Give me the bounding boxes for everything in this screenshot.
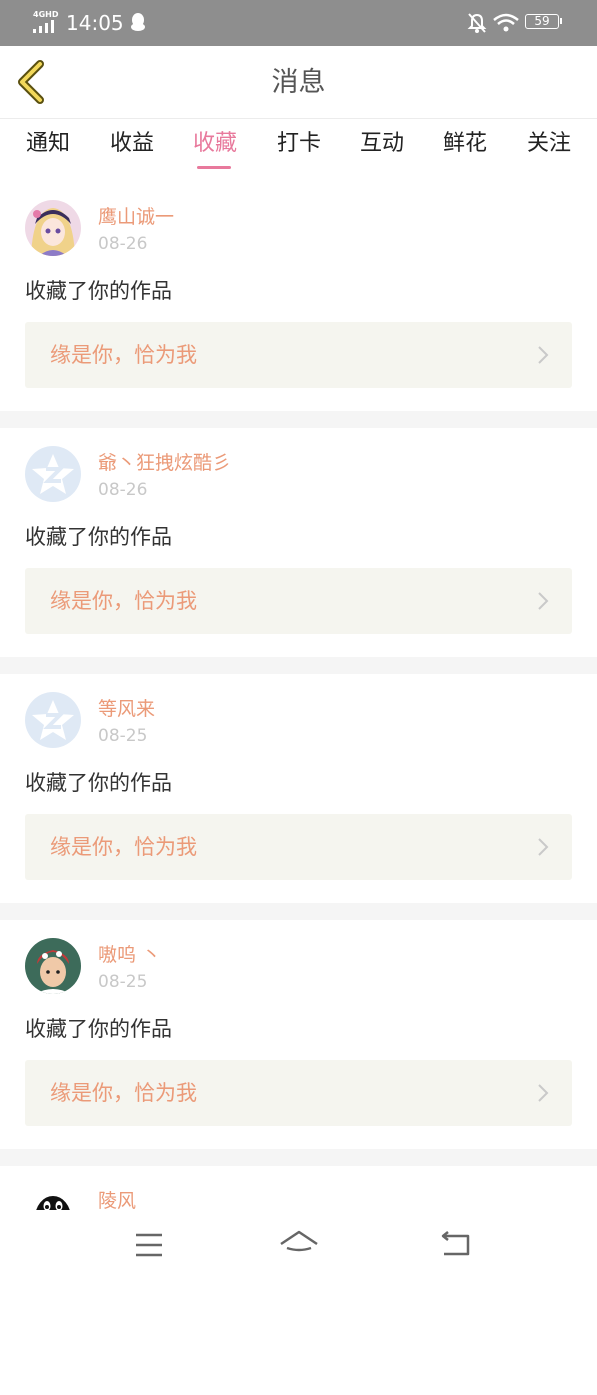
work-title: 缘是你，恰为我 (50, 1081, 197, 1105)
list-item: 爺丶狂拽炫酷彡 08-26 收藏了你的作品 缘是你，恰为我 (0, 428, 597, 657)
divider (0, 411, 597, 428)
message-date: 08-25 (98, 972, 148, 992)
tab-flowers[interactable]: 鲜花 (430, 129, 500, 159)
network-type: 4GHD (33, 10, 59, 19)
tab-checkin[interactable]: 打卡 (264, 129, 334, 159)
avatar[interactable] (25, 200, 81, 256)
tab-follow[interactable]: 关注 (514, 129, 584, 159)
chevron-right-icon (538, 1084, 549, 1102)
status-time: 14:05 (66, 11, 124, 35)
signal-icon (33, 19, 59, 33)
mute-bell-icon (467, 13, 487, 33)
list-item: 鹰山诚一 08-26 收藏了你的作品 缘是你，恰为我 (0, 182, 597, 411)
avatar[interactable] (25, 446, 81, 502)
list-item: 嗷呜 丶 08-25 收藏了你的作品 缘是你，恰为我 (0, 920, 597, 1149)
work-link[interactable]: 缘是你，恰为我 (25, 1060, 572, 1126)
tab-favorites[interactable]: 收藏 (180, 129, 250, 159)
page-title: 消息 (271, 67, 326, 98)
active-tab-indicator (197, 166, 231, 169)
message-text: 收藏了你的作品 (25, 771, 172, 795)
list-item: 陵风 (0, 1166, 597, 1395)
tab-interaction[interactable]: 互动 (347, 129, 417, 159)
username[interactable]: 鹰山诚一 (98, 204, 174, 230)
message-date: 08-26 (98, 480, 148, 500)
tab-notice[interactable]: 通知 (13, 129, 83, 159)
divider (0, 903, 597, 920)
status-bar: 4GHD 14:05 59 (0, 0, 597, 46)
tab-bar: 通知 收益 收藏 打卡 互动 鲜花 关注 (0, 119, 597, 175)
username[interactable]: 爺丶狂拽炫酷彡 (98, 450, 231, 476)
menu-icon[interactable] (134, 1232, 164, 1258)
work-link[interactable]: 缘是你，恰为我 (25, 568, 572, 634)
work-title: 缘是你，恰为我 (50, 835, 197, 859)
work-link[interactable]: 缘是你，恰为我 (25, 814, 572, 880)
username[interactable]: 等风来 (98, 696, 155, 722)
work-title: 缘是你，恰为我 (50, 589, 197, 613)
message-date: 08-25 (98, 726, 148, 746)
message-date: 08-26 (98, 234, 148, 254)
list-item: 等风来 08-25 收藏了你的作品 缘是你，恰为我 (0, 674, 597, 903)
avatar[interactable] (25, 692, 81, 748)
work-link[interactable]: 缘是你，恰为我 (25, 322, 572, 388)
battery-indicator: 59 (525, 14, 562, 29)
chevron-right-icon (538, 592, 549, 610)
message-text: 收藏了你的作品 (25, 1017, 172, 1041)
system-nav-bar (0, 1210, 597, 1280)
message-text: 收藏了你的作品 (25, 525, 172, 549)
home-icon[interactable] (278, 1228, 320, 1260)
chevron-right-icon (538, 838, 549, 856)
username[interactable]: 嗷呜 丶 (98, 942, 161, 968)
tab-earnings[interactable]: 收益 (97, 129, 167, 159)
nav-bar: 消息 (0, 46, 597, 119)
chevron-right-icon (538, 346, 549, 364)
message-text: 收藏了你的作品 (25, 279, 172, 303)
back-nav-icon[interactable] (438, 1230, 472, 1258)
divider (0, 657, 597, 674)
divider (0, 1149, 597, 1166)
qq-notification-icon (131, 13, 145, 31)
work-title: 缘是你，恰为我 (50, 343, 197, 367)
wifi-icon (493, 13, 519, 32)
avatar[interactable] (25, 938, 81, 994)
